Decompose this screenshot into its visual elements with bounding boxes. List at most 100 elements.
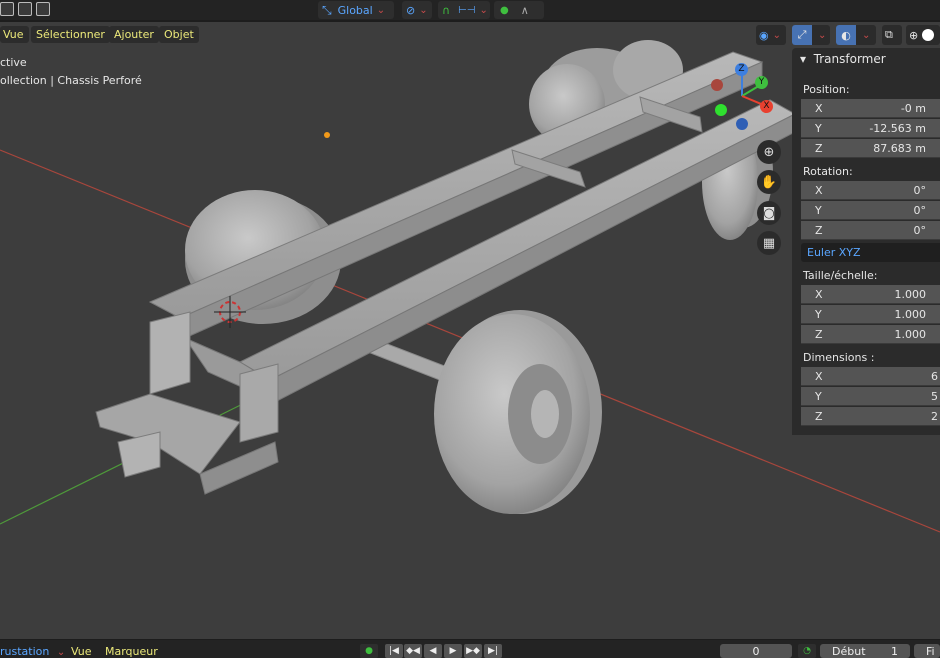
jump-start-icon[interactable]: |◀ — [385, 644, 403, 658]
next-keyframe-icon[interactable]: ▶◆ — [464, 644, 482, 658]
magnet-icon: ∩ — [442, 3, 451, 17]
scale-y-field[interactable]: Y 1.000 — [801, 305, 940, 324]
gizmo-y-handle[interactable]: Y — [755, 76, 768, 89]
position-z-field[interactable]: Z 87.683 m — [801, 139, 940, 158]
sidebar-transform-panel: ▾ Transformer Position: X -0 m Y -12.563 m… — [792, 48, 940, 435]
dimensions-x-field[interactable]: X6 — [801, 367, 940, 386]
visibility-dropdown[interactable]: ◉ ⌄ — [756, 25, 786, 45]
disclosure-triangle-icon: ▾ — [800, 52, 807, 66]
current-frame-field[interactable]: 0 — [720, 644, 792, 658]
menu-view[interactable]: Vue — [0, 26, 29, 43]
proportional-edit-icon: ● — [500, 4, 509, 16]
orientation-icon: ⤡ — [322, 2, 332, 17]
field-value: 1.000 — [894, 327, 927, 341]
rotation-x-field[interactable]: X 0° — [801, 181, 940, 200]
overlays-toggle[interactable]: ◐ ⌄ — [836, 25, 876, 45]
scale-x-field[interactable]: X 1.000 — [801, 285, 940, 304]
transform-title: Transformer — [813, 52, 886, 66]
gizmo-z-handle[interactable]: Z — [735, 63, 748, 76]
play-icon[interactable]: ▶ — [444, 644, 462, 658]
top-header: ⤡ Global ⌄ ⊘ ⌄ ∩ ⊢⊣ ⌄ ● ∧ — [0, 0, 940, 20]
chevron-down-icon: ⌄ — [862, 29, 871, 41]
timeline-header: rustation ⌄ Vue Marqueur ● |◀ ◆◀ ◀ ▶ ▶◆ … — [0, 640, 940, 658]
menu-add[interactable]: Ajouter — [109, 26, 159, 43]
select-box-icon[interactable] — [0, 2, 14, 16]
end-label: Fi — [926, 644, 935, 658]
menu-object[interactable]: Objet — [159, 26, 199, 43]
select-extend-icon[interactable] — [18, 2, 32, 16]
start-value: 1 — [891, 644, 898, 658]
transform-orientation-dropdown[interactable]: ⤡ Global ⌄ — [318, 1, 394, 19]
gizmo-x-handle[interactable]: X — [760, 100, 773, 113]
axis-label: X — [815, 369, 823, 383]
eye-icon: ◉ — [759, 28, 769, 42]
viewport-mode-text: ctive — [0, 56, 27, 69]
menu-select[interactable]: Sélectionner — [31, 26, 110, 43]
hand-pan-icon[interactable]: ✋ — [757, 170, 781, 194]
dimensions-z-field[interactable]: Z2 — [801, 407, 940, 426]
axis-label: X — [815, 287, 823, 301]
rotation-y-field[interactable]: Y 0° — [801, 201, 940, 220]
front-wheel-right — [434, 310, 602, 514]
light-origin — [324, 132, 330, 138]
wireframe-sphere-icon: ⊕ — [909, 28, 919, 42]
zoom-icon[interactable]: ⊕ — [757, 140, 781, 164]
dimensions-y-field[interactable]: Y5 — [801, 387, 940, 406]
field-value: 1.000 — [894, 307, 927, 321]
timeline-menu-marker[interactable]: Marqueur — [105, 645, 158, 658]
field-value: 2 — [931, 409, 938, 423]
pivot-icon: ⊘ — [406, 3, 416, 17]
solid-sphere-icon — [922, 29, 935, 41]
xray-toggle[interactable]: ⧉ — [882, 25, 902, 45]
record-icon[interactable]: ● — [360, 644, 378, 658]
axis-label: X — [815, 101, 823, 115]
timeline-menu-view[interactable]: Vue — [71, 645, 92, 658]
axis-label: Y — [815, 389, 822, 403]
position-x-field[interactable]: X -0 m — [801, 99, 940, 118]
position-y-field[interactable]: Y -12.563 m — [801, 119, 940, 138]
play-reverse-icon[interactable]: ◀ — [424, 644, 442, 658]
scale-z-field[interactable]: Z 1.000 — [801, 325, 940, 344]
axis-label: Z — [815, 327, 823, 341]
pivot-point-dropdown[interactable]: ⊘ ⌄ — [402, 1, 432, 19]
field-value: 1.000 — [894, 287, 927, 301]
preview-range-icon[interactable]: ◔ — [798, 644, 816, 658]
start-label: Début — [832, 644, 866, 658]
axis-label: Y — [815, 203, 822, 217]
prev-keyframe-icon[interactable]: ◆◀ — [404, 644, 422, 658]
rotation-mode-select[interactable]: Euler XYZ — [801, 243, 940, 262]
dimensions-label: Dimensions : — [803, 351, 875, 364]
axis-label: Z — [815, 409, 823, 423]
scale-label: Taille/échelle: — [803, 269, 878, 282]
field-value: 5 — [931, 389, 938, 403]
chevron-down-icon: ⌄ — [479, 4, 488, 16]
editor-type-dropdown[interactable]: rustation ⌄ — [0, 645, 65, 658]
axis-label: Z — [815, 141, 823, 155]
end-frame-field[interactable]: Fi — [914, 644, 940, 658]
chevron-down-icon: ⌄ — [772, 29, 781, 41]
shading-mode[interactable]: ⊕ — [906, 25, 940, 45]
proportional-editing[interactable]: ● ∧ — [494, 1, 544, 19]
transform-panel-header[interactable]: ▾ Transformer — [800, 52, 886, 66]
camera-icon[interactable]: ◙ — [757, 201, 781, 225]
start-frame-field[interactable]: Début 1 — [820, 644, 910, 658]
rotation-z-field[interactable]: Z 0° — [801, 221, 940, 240]
gizmo-toggle[interactable]: ⤢ ⌄ — [792, 25, 830, 45]
editor-type-label: rustation — [0, 645, 50, 658]
axis-label: Y — [815, 121, 822, 135]
snap-dropdown[interactable]: ∩ ⊢⊣ ⌄ — [438, 1, 490, 19]
field-value: 0° — [913, 183, 927, 197]
overlays-icon: ◐ — [836, 25, 856, 45]
jump-end-icon[interactable]: ▶| — [484, 644, 502, 658]
falloff-curve-icon: ∧ — [520, 3, 529, 17]
grid-perspective-icon[interactable]: ▦ — [757, 231, 781, 255]
position-label: Position: — [803, 83, 850, 96]
axis-label: Y — [815, 307, 822, 321]
xray-icon: ⧉ — [885, 28, 893, 41]
axis-label: Z — [815, 223, 823, 237]
select-subtract-icon[interactable] — [36, 2, 50, 16]
field-value: 6 — [931, 369, 938, 383]
chevron-down-icon: ⌄ — [376, 4, 386, 16]
field-value: -12.563 m — [869, 121, 926, 135]
viewport-collection-text: ollection | Chassis Perforé — [0, 74, 142, 87]
